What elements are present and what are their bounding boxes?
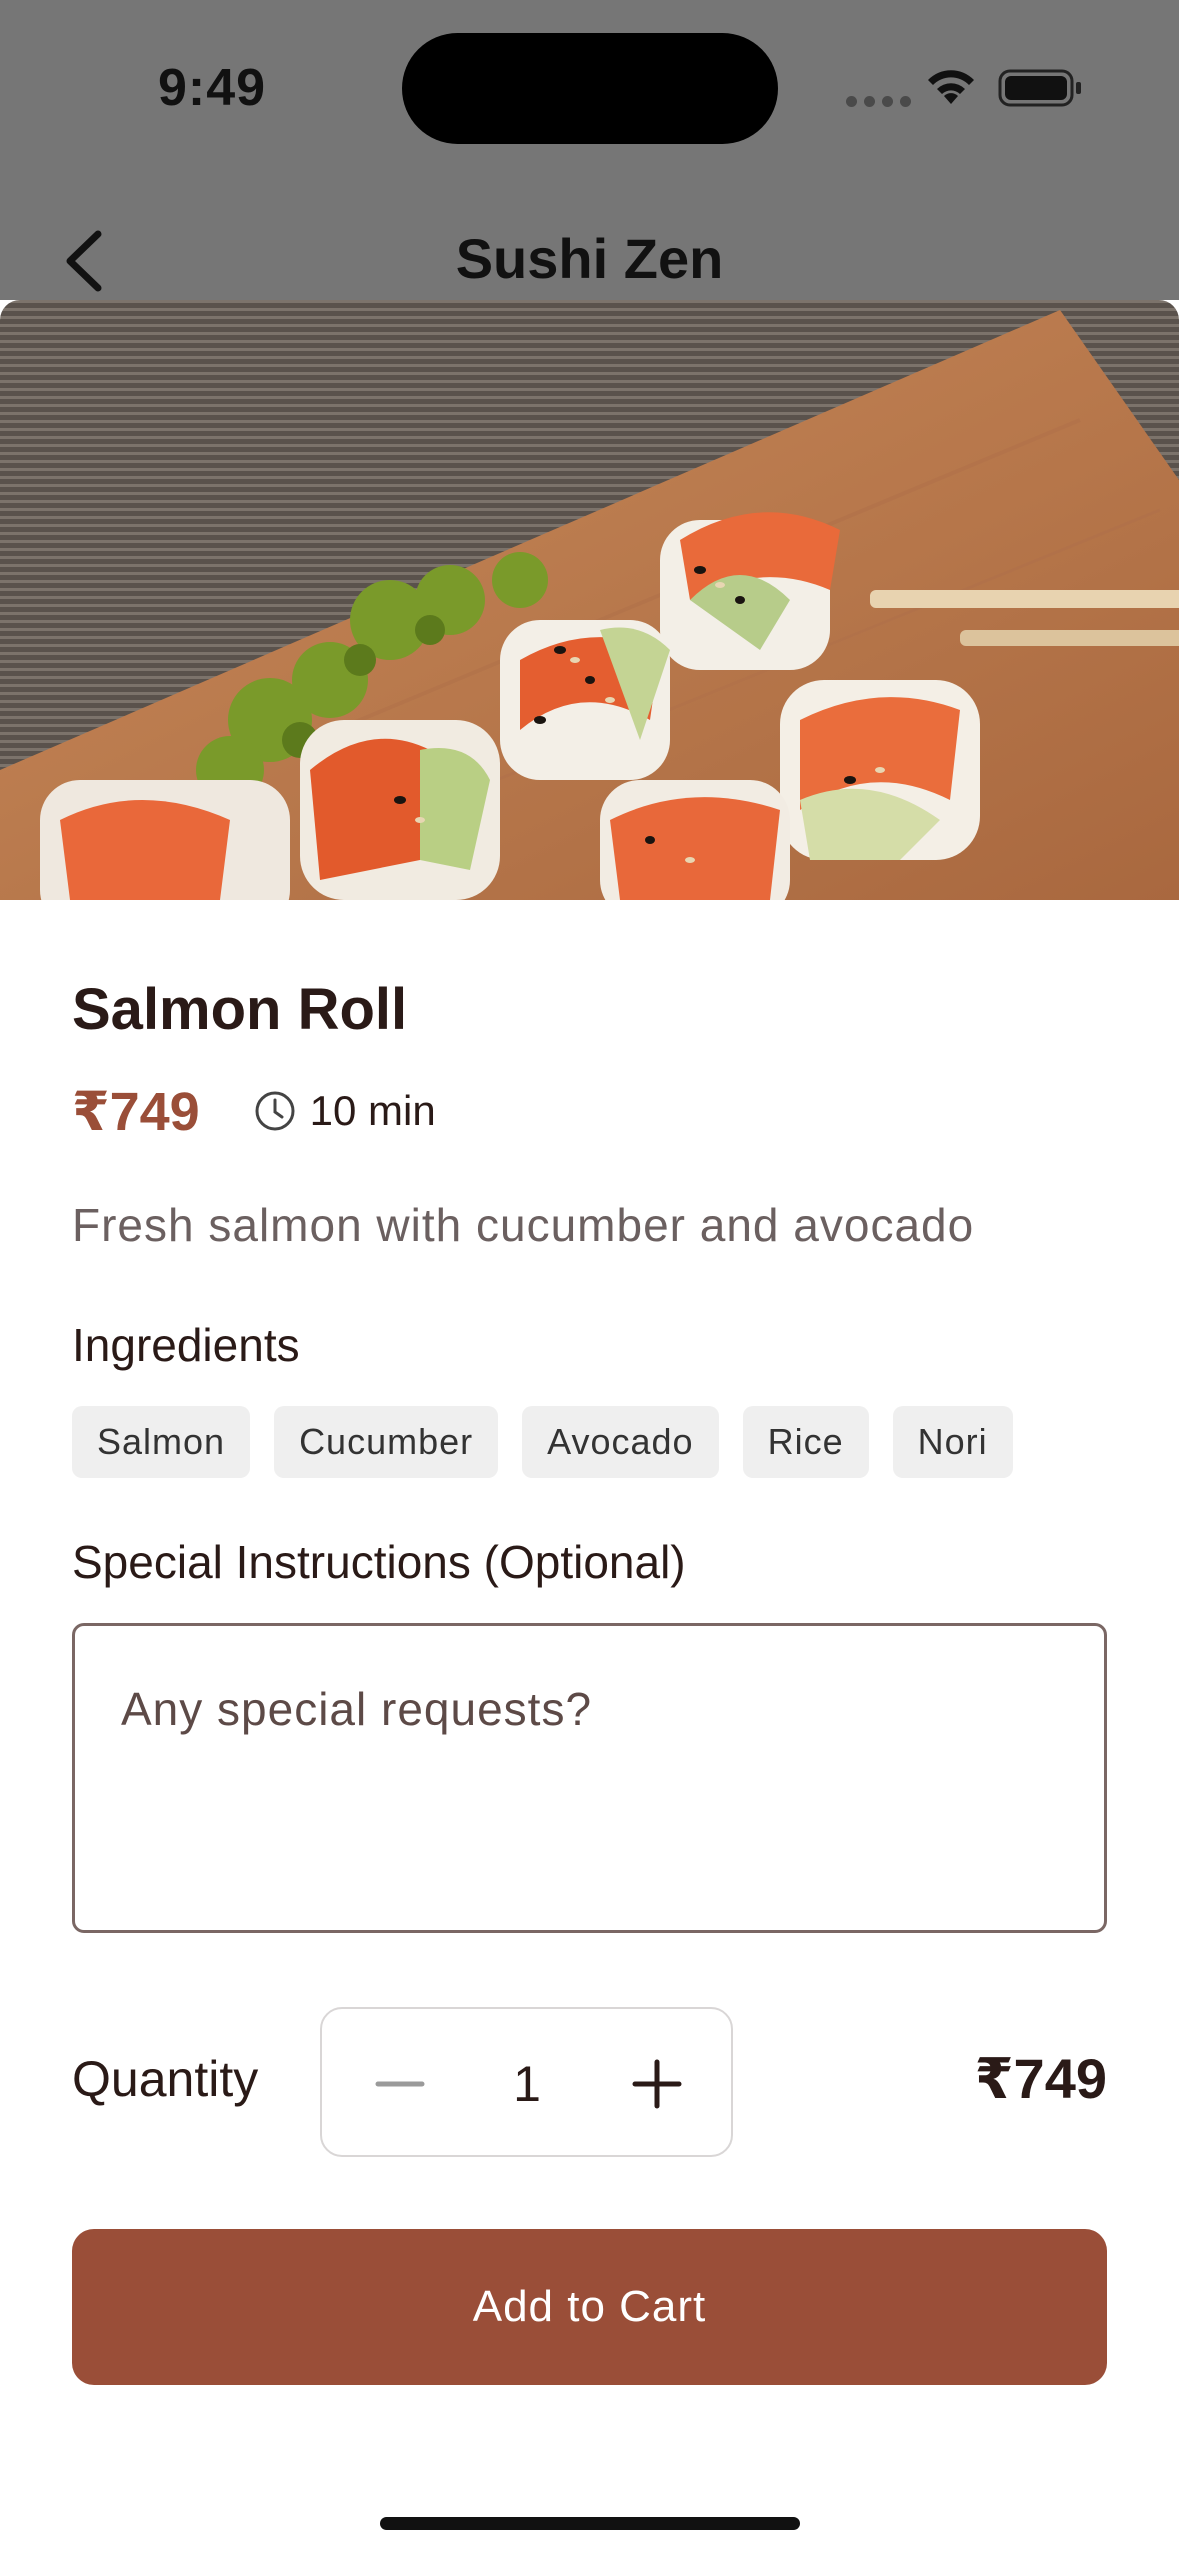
total-price: ₹749 <box>974 2047 1107 2110</box>
plus-icon[interactable] <box>627 2054 687 2114</box>
quantity-value: 1 <box>513 2056 541 2112</box>
page-title: Sushi Zen <box>455 227 724 290</box>
dish-price: ₹749 <box>72 1081 200 1142</box>
status-time: 9:49 <box>158 59 267 117</box>
special-instructions-input[interactable] <box>75 1626 1104 1930</box>
quantity-label: Quantity <box>72 2051 259 2107</box>
quantity-stepper: 1 <box>320 2007 733 2157</box>
add-to-cart-button[interactable]: Add to Cart <box>72 2229 1107 2385</box>
ingredient-chip: Cucumber <box>274 1406 499 1478</box>
ingredient-chip: Nori <box>892 1406 1013 1478</box>
clock-icon <box>255 1091 295 1131</box>
price-row: ₹749 10 min <box>72 1076 436 1146</box>
ingredients-list: Salmon Cucumber Avocado Rice Nori <box>72 1406 1013 1478</box>
ingredient-chip: Avocado <box>522 1406 719 1478</box>
special-instructions-heading: Special Instructions (Optional) <box>72 1536 686 1588</box>
ingredient-chip: Rice <box>742 1406 869 1478</box>
header: 9:49 Sushi Zen <box>0 0 1179 300</box>
special-instructions-box <box>72 1623 1107 1933</box>
hero-image <box>0 300 1179 900</box>
dish-name: Salmon Roll <box>72 977 408 1042</box>
wifi-icon <box>928 70 974 104</box>
prep-time: 10 min <box>309 1087 436 1134</box>
home-indicator[interactable] <box>380 2517 800 2530</box>
dynamic-island <box>402 33 778 144</box>
battery-icon <box>998 69 1081 107</box>
ingredient-chip: Salmon <box>72 1406 251 1478</box>
minus-icon[interactable] <box>370 2054 430 2114</box>
cellular-signal-icon <box>846 96 911 107</box>
dish-description: Fresh salmon with cucumber and avocado <box>72 1199 975 1251</box>
ingredients-heading: Ingredients <box>72 1319 300 1371</box>
